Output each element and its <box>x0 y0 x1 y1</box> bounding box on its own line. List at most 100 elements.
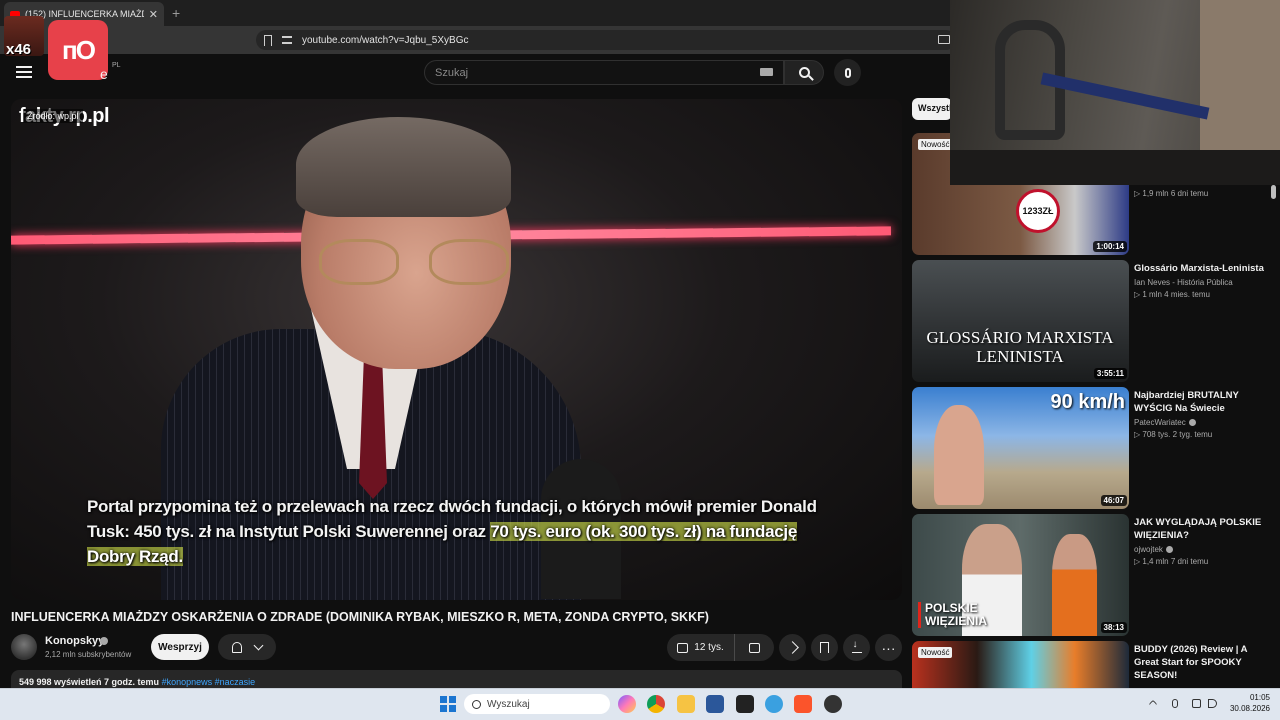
file-explorer-icon[interactable] <box>677 695 695 713</box>
country-code: PL <box>112 62 121 69</box>
video-channel[interactable]: ojwojtek <box>1134 545 1269 554</box>
bookmark-icon[interactable] <box>264 34 272 46</box>
verified-icon <box>1188 419 1196 426</box>
video-thumbnail[interactable]: POLSKIE WIĘZIENIA 38:13 <box>912 514 1129 636</box>
chrome-icon[interactable] <box>647 695 665 713</box>
video-views: ▷ 1 mln 4 mies. temu <box>1134 290 1210 299</box>
notifications-button[interactable] <box>218 634 276 660</box>
subtitle-line-2b: 70 tys. euro (ok. 300 tys. zł) na fundac… <box>490 522 797 541</box>
taskbar-search-placeholder[interactable]: Wyszukaj <box>487 699 530 710</box>
search-icon <box>472 699 481 709</box>
video-thumbnail[interactable]: GLOSSÁRIO MARXISTA LENINISTA 3:55:11 <box>912 260 1129 382</box>
download-icon <box>851 639 862 653</box>
new-badge: Nowość <box>918 139 953 150</box>
verified-icon <box>100 637 108 645</box>
app-icon[interactable] <box>824 695 842 713</box>
network-icon[interactable] <box>1192 699 1201 708</box>
save-button[interactable] <box>811 634 838 661</box>
support-button[interactable]: Wesprzyj <box>151 634 209 660</box>
video-thumbnail[interactable]: Nowość <box>912 641 1129 688</box>
more-icon: ··· <box>881 639 896 656</box>
site-info-icon[interactable] <box>282 36 292 44</box>
duration-badge: 3:55:11 <box>1093 368 1127 379</box>
video-meta: JAK WYGLĄDAJĄ POLSKIE WIĘZIENIA? ojwojte… <box>1134 516 1269 566</box>
subtitle-line-2a: Tusk: 450 tys. zł na Instytut Polski Suw… <box>87 522 491 541</box>
store-icon[interactable] <box>706 695 724 713</box>
windows-start-icon[interactable] <box>440 696 456 712</box>
video-title[interactable]: Glossário Marxista-Leninista <box>1134 262 1269 275</box>
video-title[interactable]: Najbardziej BRUTALNY WYŚCIG Na Świecie <box>1134 389 1269 415</box>
share-icon <box>786 641 799 654</box>
description-box[interactable]: 549 998 wyświetleń 7 godz. temu #konopne… <box>11 670 902 690</box>
copilot-icon[interactable] <box>618 695 636 713</box>
streamer-badge-label: x46 <box>6 41 32 58</box>
close-tab-icon[interactable]: ✕ <box>149 8 158 21</box>
keyboard-icon[interactable] <box>760 68 773 76</box>
video-channel[interactable]: Ian Neves - História Pública <box>1134 278 1269 287</box>
new-badge: Nowość <box>918 647 953 658</box>
video-thumbnail[interactable]: 90 km/h 46:07 <box>912 387 1129 509</box>
verified-icon <box>1165 546 1173 553</box>
cast-icon[interactable] <box>938 35 950 44</box>
obs-icon[interactable] <box>736 695 754 713</box>
filter-chip-all[interactable]: Wszystkie <box>912 98 952 120</box>
duration-badge: 1:00:14 <box>1093 241 1127 252</box>
video-channel[interactable]: PatecWariatec <box>1134 418 1269 427</box>
url-text[interactable]: youtube.com/watch?v=Jqbu_5XyBGc <box>302 35 468 46</box>
like-dislike-group: 12 tys. <box>667 634 774 661</box>
volume-icon[interactable] <box>1208 699 1217 708</box>
webcam-mic-arm <box>1040 72 1210 120</box>
recommendation-item[interactable]: 90 km/h 46:07 Najbardziej BRUTALNY WYŚCI… <box>912 387 1272 509</box>
video-title[interactable]: BUDDY (2026) Review | A Great Start for … <box>1134 643 1269 682</box>
like-button[interactable]: 12 tys. <box>667 634 735 661</box>
overlay-logo-text: ᴨO <box>62 34 96 65</box>
video-meta: Najbardziej BRUTALNY WYŚCIG Na Świecie P… <box>1134 389 1269 439</box>
dislike-button[interactable] <box>735 634 774 661</box>
search-placeholder[interactable]: Szukaj <box>435 67 468 79</box>
duration-badge: 38:13 <box>1100 622 1127 633</box>
sidebar-scrollbar[interactable] <box>1271 185 1276 199</box>
new-tab-button[interactable]: + <box>172 5 180 21</box>
webcam-overlay <box>950 0 1280 185</box>
video-subtitles: Portal przypomina też o przelewach na rz… <box>87 494 827 569</box>
speaker-glasses <box>309 239 519 289</box>
chevron-down-icon <box>253 640 264 650</box>
streamer-badge: x46 <box>4 16 44 58</box>
video-meta: BUDDY (2026) Review | A Great Start for … <box>1134 643 1269 682</box>
video-player[interactable]: fakty rp.pl Źródło: wp.pl Portal przypom… <box>11 99 902 600</box>
video-views: ▷ 1,4 mln 7 dni temu <box>1134 557 1209 566</box>
channel-name[interactable]: Konopskyy <box>45 635 104 647</box>
taskbar <box>0 688 1280 720</box>
subscriber-count: 2,12 mln subskrybentów <box>45 650 132 659</box>
search-input[interactable]: Szukaj <box>424 60 784 85</box>
clock-time[interactable]: 01:05 <box>1240 693 1270 702</box>
edge-icon[interactable] <box>765 695 783 713</box>
recommendation-item[interactable]: GLOSSÁRIO MARXISTA LENINISTA 3:55:11 Glo… <box>912 260 1272 382</box>
search-button[interactable] <box>784 60 824 85</box>
recommendation-item[interactable]: POLSKIE WIĘZIENIA 38:13 JAK WYGLĄDAJĄ PO… <box>912 514 1272 636</box>
address-bar[interactable]: youtube.com/watch?v=Jqbu_5XyBGc <box>256 30 956 50</box>
youtube-logo[interactable]: e <box>100 66 108 82</box>
bookmark-save-icon <box>820 642 829 653</box>
menu-icon[interactable] <box>16 66 32 78</box>
more-actions-button[interactable]: ··· <box>875 634 902 661</box>
channel-avatar[interactable] <box>11 634 37 660</box>
taskbar-search[interactable]: Wyszukaj <box>464 694 610 714</box>
voice-search-button[interactable] <box>834 59 861 86</box>
brave-icon[interactable] <box>794 695 812 713</box>
thumbnail-text: GLOSSÁRIO MARXISTA LENINISTA <box>926 328 1114 366</box>
overlay-logo: ᴨO <box>48 20 108 80</box>
download-button[interactable] <box>843 634 870 661</box>
channel-label[interactable]: PatecWariatec <box>1134 418 1186 427</box>
thumbnail-face <box>934 405 984 505</box>
search-icon <box>798 67 810 78</box>
thumbnail-price-tag: 1233ZŁ <box>1016 189 1060 233</box>
clock-date[interactable]: 30.08.2026 <box>1222 704 1270 713</box>
channel-label[interactable]: ojwojtek <box>1134 545 1163 554</box>
share-button[interactable] <box>779 634 806 661</box>
microphone-icon[interactable] <box>1172 699 1178 708</box>
video-title[interactable]: JAK WYGLĄDAJĄ POLSKIE WIĘZIENIA? <box>1134 516 1269 542</box>
hashtags[interactable]: #konopnews #naczasie <box>162 677 256 687</box>
recommendation-item[interactable]: Nowość BUDDY (2026) Review | A Great Sta… <box>912 641 1272 688</box>
video-title: INFLUENCERKA MIAŻDZY OSKARŻENIA O ZDRADE… <box>11 610 709 624</box>
